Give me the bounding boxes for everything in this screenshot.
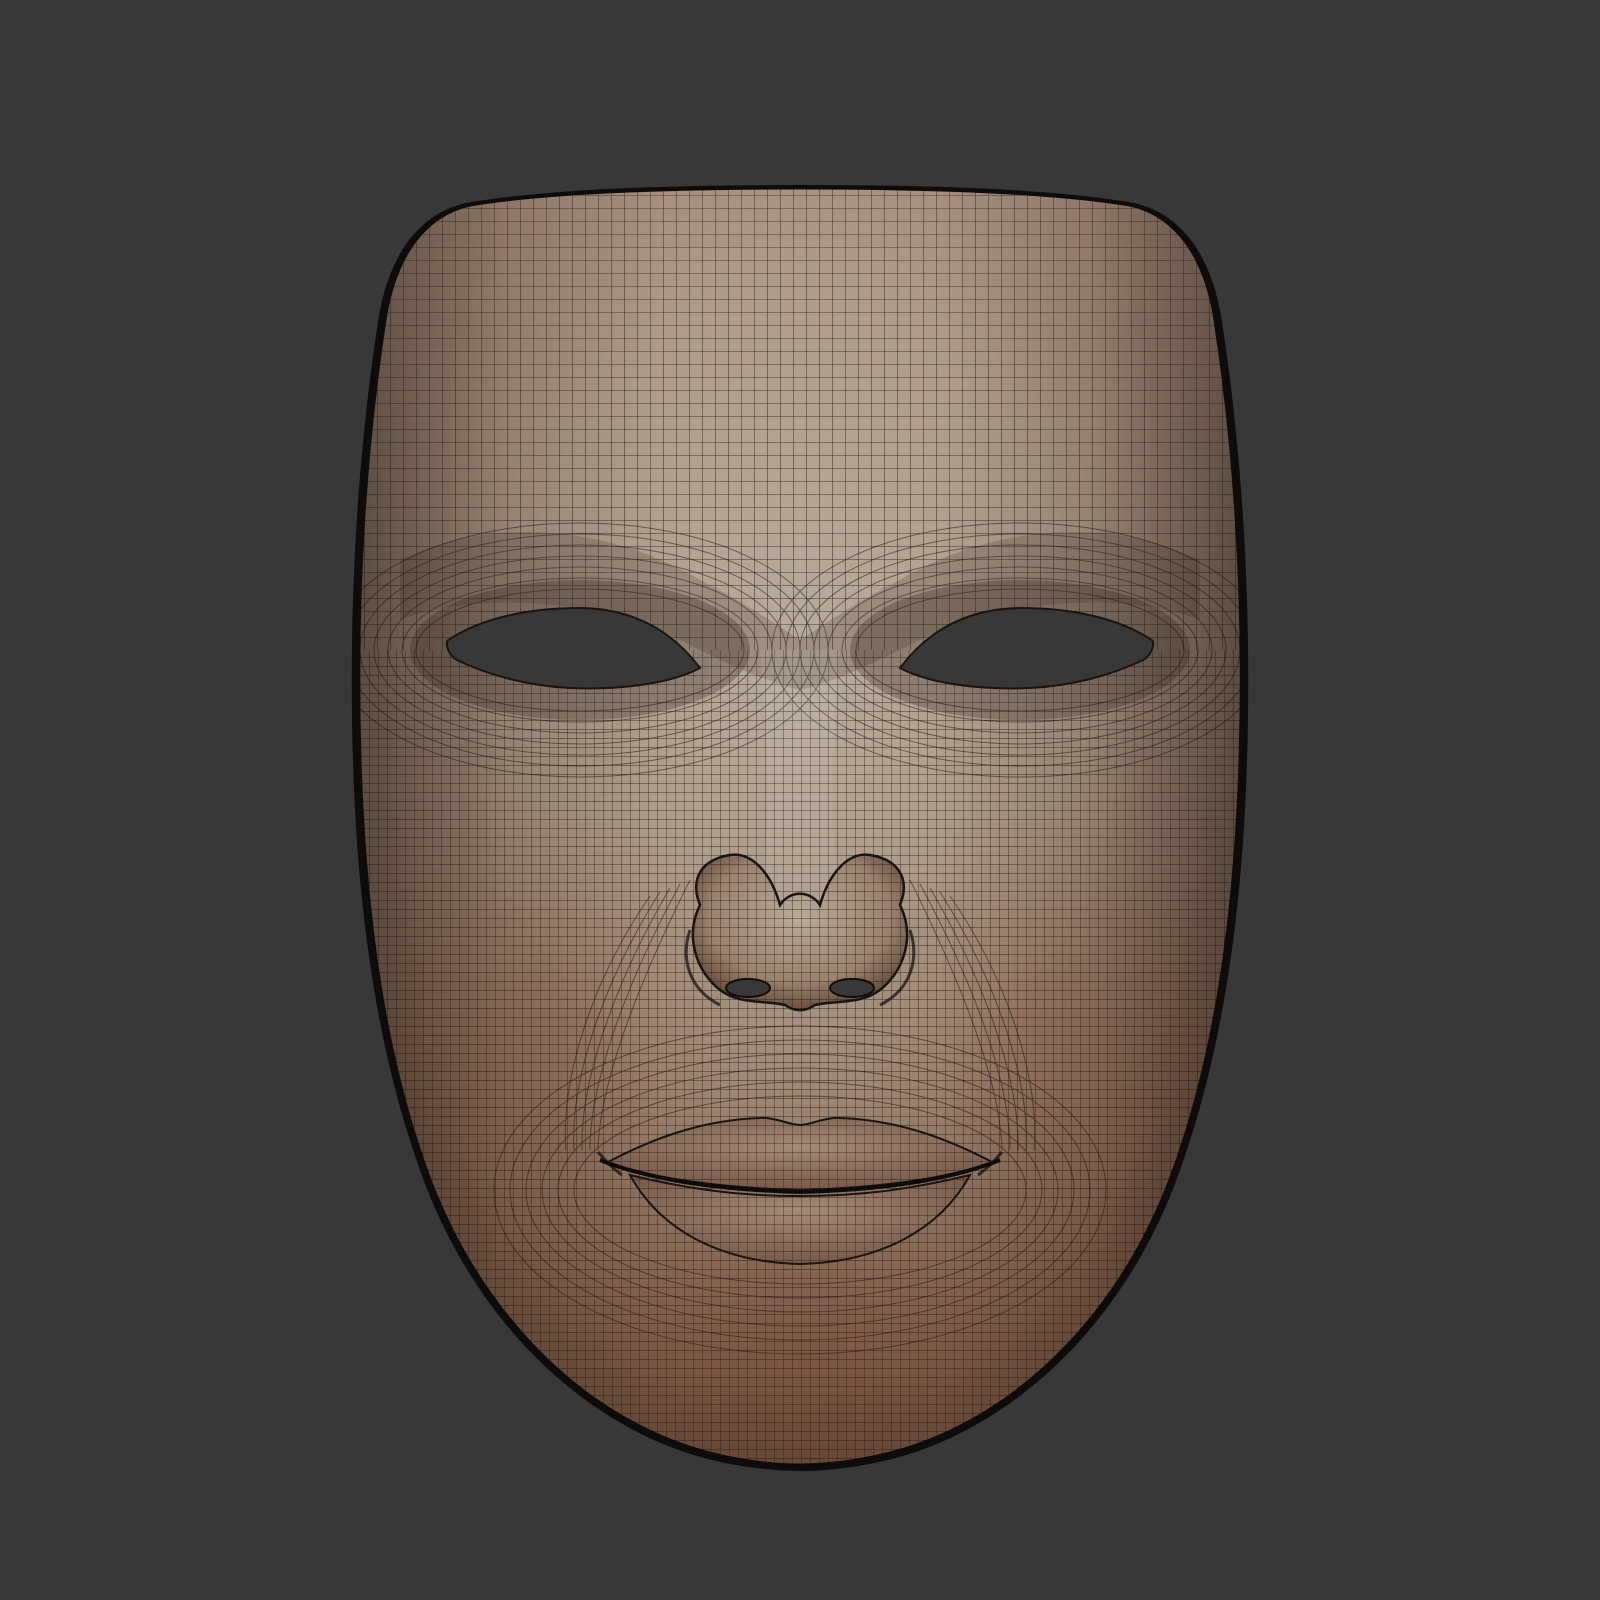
face-mask-render <box>351 185 1249 1471</box>
left-nostril <box>725 978 771 998</box>
right-nostril <box>829 978 875 998</box>
viewport <box>0 0 1600 1600</box>
